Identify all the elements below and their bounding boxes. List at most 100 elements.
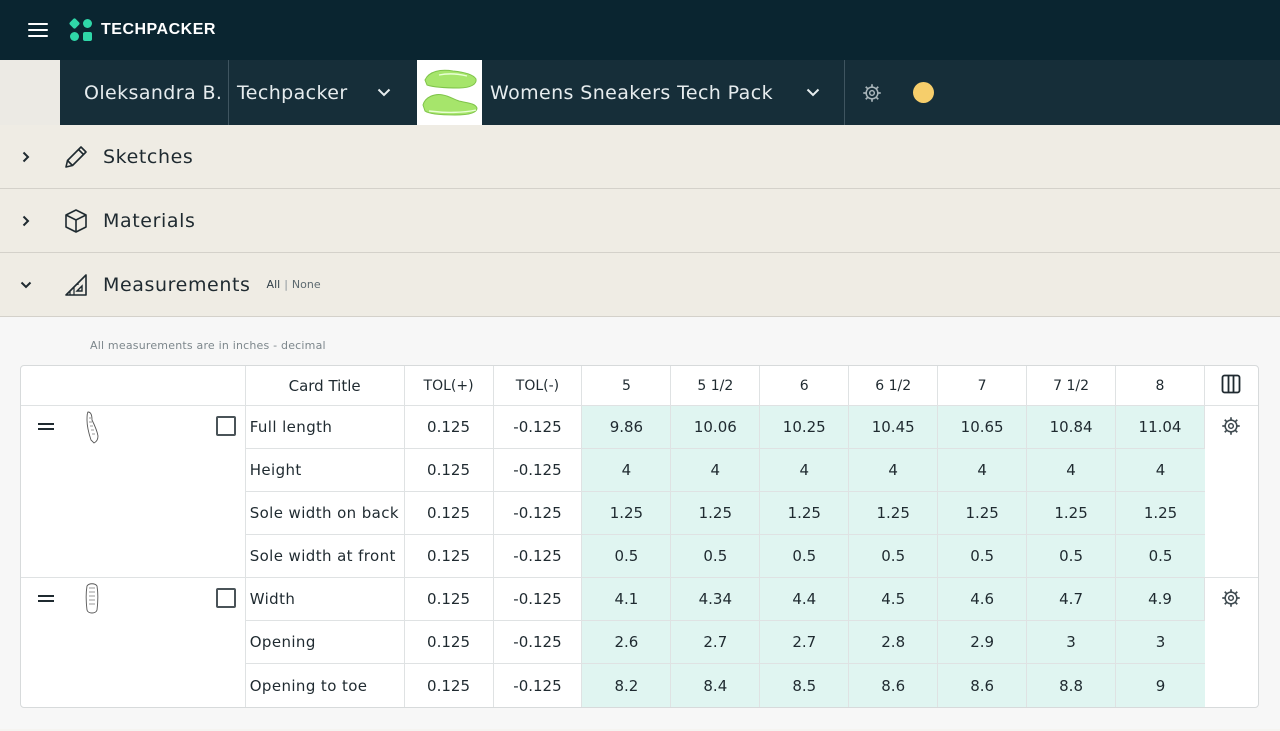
column-settings-button[interactable] xyxy=(1204,366,1258,406)
size-value-cell[interactable]: 1.25 xyxy=(849,492,939,535)
tol-plus-cell[interactable]: 0.125 xyxy=(404,621,494,664)
size-value-cell[interactable]: 2.8 xyxy=(849,621,939,664)
size-value-cell[interactable]: 0.5 xyxy=(1027,535,1117,578)
tol-minus-cell[interactable]: -0.125 xyxy=(494,664,583,707)
size-value-cell[interactable]: 10.45 xyxy=(849,406,939,449)
drag-handle-icon[interactable] xyxy=(38,423,54,430)
header-size: 7 xyxy=(938,366,1028,406)
settings-button[interactable] xyxy=(845,60,899,125)
tol-minus-cell[interactable]: -0.125 xyxy=(493,578,583,621)
table-header-row: Card Title TOL(+) TOL(-) 5 5 1/2 6 6 1/2… xyxy=(21,366,1258,406)
select-none-link[interactable]: None xyxy=(292,278,321,291)
size-value-cell[interactable]: 0.5 xyxy=(582,535,672,578)
organization-dropdown[interactable]: Techpacker xyxy=(229,60,417,125)
size-value-cell[interactable]: 8.4 xyxy=(671,664,761,707)
tol-plus-cell[interactable]: 0.125 xyxy=(404,535,494,578)
status-indicator[interactable] xyxy=(899,60,934,125)
size-value-cell[interactable]: 4 xyxy=(671,449,761,492)
size-value-cell[interactable]: 8.6 xyxy=(938,664,1028,707)
size-value-cell[interactable]: 1.25 xyxy=(1027,492,1117,535)
size-value-cell[interactable]: 10.25 xyxy=(760,406,850,449)
size-value-cell[interactable]: 4.6 xyxy=(938,578,1028,621)
size-value-cell[interactable]: 4.7 xyxy=(1027,578,1117,621)
sketch-thumbnail[interactable] xyxy=(79,582,105,616)
size-value-cell[interactable]: 4 xyxy=(1027,449,1117,492)
size-value-cell[interactable]: 8.2 xyxy=(582,664,672,707)
tol-plus-cell[interactable]: 0.125 xyxy=(404,406,494,449)
group-checkbox[interactable] xyxy=(216,588,236,608)
size-value-cell[interactable]: 0.5 xyxy=(938,535,1028,578)
chevron-down-icon xyxy=(806,88,820,97)
size-value-cell[interactable]: 8.8 xyxy=(1027,664,1117,707)
user-name: Oleksandra B. xyxy=(60,60,229,125)
size-value-cell[interactable]: 10.06 xyxy=(671,406,761,449)
status-dot xyxy=(913,82,934,103)
tol-minus-cell[interactable]: -0.125 xyxy=(493,406,583,449)
table-row: Full length 0.125 -0.125 9.86 10.06 10.2… xyxy=(21,406,1258,578)
group-checkbox[interactable] xyxy=(216,416,236,436)
group-controls xyxy=(21,578,246,707)
menu-icon[interactable] xyxy=(28,23,48,37)
section-title: Sketches xyxy=(103,145,194,168)
size-value-cell[interactable]: 1.25 xyxy=(760,492,850,535)
group-settings-cell xyxy=(1204,406,1258,578)
product-thumbnail[interactable] xyxy=(417,60,482,125)
tol-plus-cell[interactable]: 0.125 xyxy=(404,578,494,621)
size-value-cell[interactable]: 4 xyxy=(582,449,672,492)
size-value-cell[interactable]: 0.5 xyxy=(671,535,761,578)
size-value-cell[interactable]: 4.5 xyxy=(849,578,939,621)
section-title: Materials xyxy=(103,209,196,232)
size-value-cell[interactable]: 0.5 xyxy=(849,535,939,578)
sketch-thumbnail[interactable] xyxy=(79,410,105,444)
size-value-cell[interactable]: 1.25 xyxy=(671,492,761,535)
section-materials[interactable]: Materials xyxy=(0,189,1280,253)
tol-minus-cell[interactable]: -0.125 xyxy=(493,535,583,578)
group-settings-button[interactable] xyxy=(1221,416,1241,440)
size-value-cell[interactable]: 4.4 xyxy=(760,578,850,621)
size-value-cell[interactable]: 4 xyxy=(760,449,850,492)
size-value-cell[interactable]: 2.9 xyxy=(938,621,1028,664)
tol-minus-cell[interactable]: -0.125 xyxy=(493,621,583,664)
size-value-cell[interactable]: 4 xyxy=(938,449,1028,492)
product-dropdown[interactable]: Womens Sneakers Tech Pack xyxy=(482,60,845,125)
size-value-cell[interactable]: 8.6 xyxy=(849,664,939,707)
size-value-cell[interactable]: 10.65 xyxy=(938,406,1028,449)
ruler-triangle-icon xyxy=(65,273,87,296)
tol-plus-cell[interactable]: 0.125 xyxy=(404,492,494,535)
context-bar: Oleksandra B. Techpacker Womens Sneakers… xyxy=(0,60,1280,125)
tol-plus-cell[interactable]: 0.125 xyxy=(405,664,494,707)
size-value-cell[interactable]: 3 xyxy=(1027,621,1117,664)
size-value-cell[interactable]: 11.04 xyxy=(1116,406,1205,449)
shoe-sketch-image xyxy=(86,411,99,444)
size-value-cell[interactable]: 4.34 xyxy=(671,578,761,621)
size-value-cell[interactable]: 4.9 xyxy=(1116,578,1205,621)
size-value-cell[interactable]: 4 xyxy=(849,449,939,492)
size-value-cell[interactable]: 8.5 xyxy=(760,664,850,707)
size-value-cell[interactable]: 1.25 xyxy=(582,492,672,535)
tol-plus-cell[interactable]: 0.125 xyxy=(404,449,494,492)
size-value-cell[interactable]: 4 xyxy=(1116,449,1205,492)
size-value-cell[interactable]: 1.25 xyxy=(938,492,1028,535)
size-value-cell[interactable]: 2.6 xyxy=(582,621,672,664)
tol-minus-cell[interactable]: -0.125 xyxy=(493,492,583,535)
header-tol-minus: TOL(-) xyxy=(493,366,583,406)
units-note: All measurements are in inches - decimal xyxy=(90,339,326,352)
section-sketches[interactable]: Sketches xyxy=(0,125,1280,189)
size-value-cell[interactable]: 9 xyxy=(1116,664,1205,707)
size-value-cell[interactable]: 2.7 xyxy=(671,621,761,664)
tol-minus-cell[interactable]: -0.125 xyxy=(493,449,583,492)
header-card-title: Card Title xyxy=(245,366,405,406)
size-value-cell[interactable]: 4.1 xyxy=(582,578,672,621)
size-value-cell[interactable]: 10.84 xyxy=(1027,406,1117,449)
drag-handle-icon[interactable] xyxy=(38,595,54,602)
row-name: Opening xyxy=(245,621,405,664)
size-value-cell[interactable]: 9.86 xyxy=(582,406,672,449)
section-measurements[interactable]: Measurements All | None xyxy=(0,253,1280,317)
select-all-link[interactable]: All xyxy=(267,278,281,291)
group-settings-button[interactable] xyxy=(1221,588,1241,612)
size-value-cell[interactable]: 1.25 xyxy=(1116,492,1205,535)
size-value-cell[interactable]: 0.5 xyxy=(1116,535,1205,578)
size-value-cell[interactable]: 2.7 xyxy=(760,621,850,664)
size-value-cell[interactable]: 3 xyxy=(1116,621,1205,664)
size-value-cell[interactable]: 0.5 xyxy=(760,535,850,578)
